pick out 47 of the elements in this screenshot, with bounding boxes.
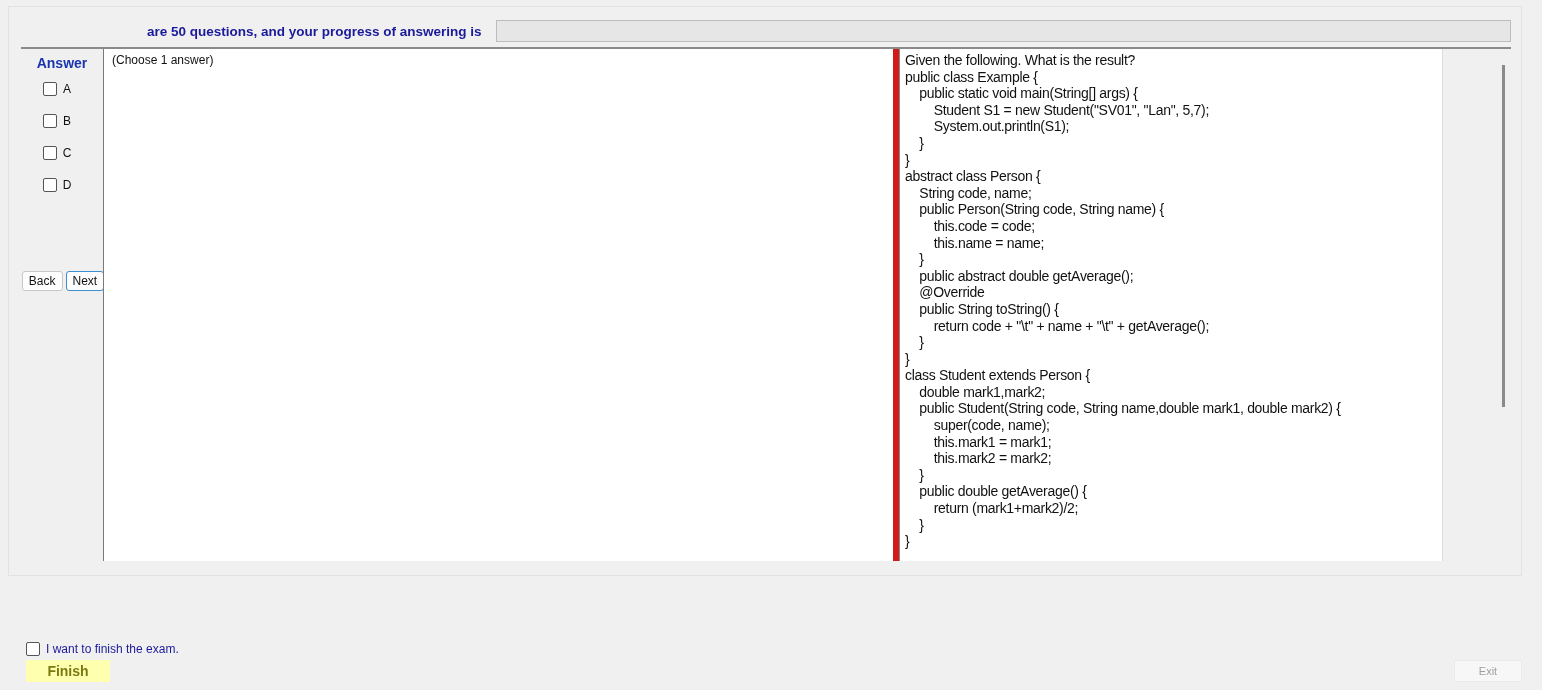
code-line: public Student(String code, String name,double mark1, double mark2) { (918, 400, 1342, 418)
answer-checkbox[interactable] (42, 146, 57, 160)
code-line: public class Example { (905, 68, 1039, 86)
option-label: C (62, 146, 72, 160)
answer-checkbox[interactable] (42, 178, 57, 192)
code-line: public static void main(String[] args) { (918, 85, 1139, 102)
nav-button[interactable]: Back (21, 271, 63, 291)
code-line: super(code, name); (932, 417, 1051, 434)
code-line: System.out.println(S1); (932, 118, 1071, 135)
option-label: B (63, 114, 71, 128)
code-line: this.mark2 = mark2; (932, 450, 1053, 467)
code-line: Student S1 = new Student("SV01", "Lan", 5,7); (932, 101, 1210, 119)
code-line: this.code = code; (932, 217, 1036, 235)
code-line: class Student extends Person { (905, 367, 1091, 384)
code-line: } (905, 151, 911, 169)
code-line: } (905, 533, 911, 550)
code-line: double mark1,mark2; (918, 383, 1047, 401)
code-line: public double getAverage() { (918, 483, 1088, 501)
code-line: public Person(String code, String name) { (918, 201, 1165, 218)
option-label: A (63, 82, 71, 96)
answer-checkbox[interactable] (43, 82, 57, 96)
answer-checkbox[interactable] (43, 114, 57, 128)
finish-checkbox[interactable] (26, 642, 40, 656)
code-line: } (918, 251, 925, 268)
code-line: String code, name; (918, 184, 1033, 202)
nav-button[interactable]: Next (65, 271, 105, 291)
code-line: this.mark1 = mark1; (932, 433, 1053, 451)
code-line: return (mark1+mark2)/2; (932, 500, 1080, 517)
code-line: @Override (918, 284, 986, 301)
code-line: abstract class Person { (905, 168, 1042, 185)
finish-button[interactable]: Finish (26, 660, 110, 682)
progress-text: are 50 questions, and your progress of answering is (147, 23, 482, 39)
code-line: } (905, 350, 911, 368)
answer-title: Answer (36, 55, 88, 71)
code-line: return code + "\t" + name + "\t" + getAverage(); (932, 317, 1210, 335)
code-line: } (918, 466, 925, 484)
code-line: public String toString() { (918, 300, 1060, 318)
finish-confirm-label: I want to finish the exam. (46, 642, 179, 656)
code-line: Given the following. What is the result? (905, 52, 1136, 69)
code-line: public abstract double getAverage(); (918, 267, 1135, 285)
code-line: } (918, 516, 925, 534)
option-label: D (62, 178, 72, 192)
scrollbar-thumb[interactable] (1502, 65, 1505, 407)
code-line: this.name = name; (932, 234, 1046, 252)
code-line: } (918, 334, 925, 351)
code-line: } (918, 134, 925, 152)
instruction-text: (Choose 1 answer) (112, 53, 214, 67)
